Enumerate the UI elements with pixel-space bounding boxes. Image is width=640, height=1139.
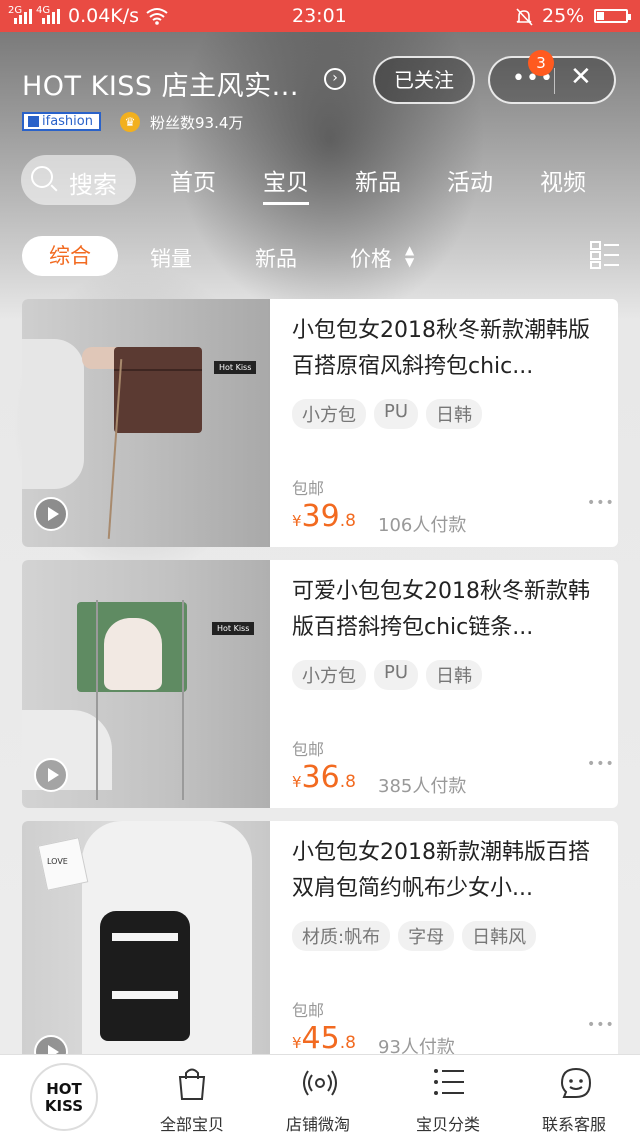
product-tags: 小方包 PU 日韩 xyxy=(292,399,483,429)
store-name[interactable]: HOT KISS 店主风实... xyxy=(22,64,299,103)
layout-toggle-icon[interactable] xyxy=(590,240,620,270)
battery-icon xyxy=(594,9,631,23)
broadcast-icon xyxy=(303,1070,337,1096)
product-tag: PU xyxy=(374,399,419,429)
tab-label: 联系客服 xyxy=(541,1115,606,1134)
close-icon[interactable]: ✕ xyxy=(570,62,592,92)
notification-badge: 3 xyxy=(528,50,554,76)
free-shipping-label: 包邮 xyxy=(292,479,325,498)
tab-customer-service[interactable]: 联系客服 xyxy=(514,1055,634,1139)
product-tag: PU xyxy=(374,660,419,690)
tab-products[interactable]: 宝贝 xyxy=(263,163,309,205)
tab-home[interactable]: 首页 xyxy=(170,163,216,197)
product-card[interactable]: Hot Kiss 可爱小包包女2018秋冬新款韩版百搭斜挎包chic链条... … xyxy=(22,560,618,808)
tab-label: 宝贝分类 xyxy=(415,1115,480,1134)
sort-new[interactable]: 新品 xyxy=(255,243,297,273)
sort-arrows-icon: ▲ ▼ xyxy=(405,243,415,269)
product-tag: 字母 xyxy=(398,921,455,951)
product-price: ¥45.8 xyxy=(292,1021,356,1056)
product-image-tag: Hot Kiss xyxy=(212,622,255,635)
product-card[interactable]: LOVE 小包包女2018新款潮韩版百搭双肩包简约帆布少女小... 材质:帆布 … xyxy=(22,821,618,1069)
clock: 23:01 xyxy=(292,5,347,27)
product-title[interactable]: 可爱小包包女2018秋冬新款韩版百搭斜挎包chic链条... xyxy=(292,574,602,646)
product-image[interactable]: Hot Kiss xyxy=(22,560,270,808)
product-tag: 日韩 xyxy=(426,660,483,690)
product-card[interactable]: Hot Kiss 小包包女2018秋冬新款潮韩版百搭原宿风斜挎包chic... … xyxy=(22,299,618,547)
product-image-tag: LOVE xyxy=(47,857,68,866)
more-options-icon[interactable]: ••• xyxy=(587,495,615,511)
signal-icon xyxy=(42,8,60,24)
chat-face-icon xyxy=(560,1067,592,1098)
crown-icon: ♛ xyxy=(120,112,140,132)
sort-price[interactable]: 价格 xyxy=(350,243,392,273)
product-title[interactable]: 小包包女2018秋冬新款潮韩版百搭原宿风斜挎包chic... xyxy=(292,313,602,385)
logo-text-top: HOT xyxy=(46,1080,82,1098)
ifashion-badge: ifashion xyxy=(22,112,101,131)
more-options-icon[interactable]: ••• xyxy=(587,1017,615,1033)
buyer-count: 106人付款 xyxy=(378,515,467,536)
product-tag: 日韩风 xyxy=(462,921,537,951)
product-price: ¥39.8 xyxy=(292,499,356,534)
tab-all-products[interactable]: 全部宝贝 xyxy=(132,1055,252,1139)
product-tag: 小方包 xyxy=(292,660,366,690)
product-tags: 材质:帆布 字母 日韩风 xyxy=(292,921,537,951)
search-button[interactable]: 搜索 xyxy=(21,155,136,205)
product-image-tag: Hot Kiss xyxy=(214,361,257,374)
signal-icon xyxy=(14,8,32,24)
capsule-divider xyxy=(554,68,555,94)
status-bar: 2G 4G 0.04K/s 23:01 25% xyxy=(0,0,640,32)
product-title[interactable]: 小包包女2018新款潮韩版百搭双肩包简约帆布少女小... xyxy=(292,835,602,907)
play-video-icon[interactable] xyxy=(34,758,68,792)
search-label: 搜索 xyxy=(69,171,117,199)
tab-label: 全部宝贝 xyxy=(159,1115,224,1134)
play-video-icon[interactable] xyxy=(34,497,68,531)
tab-categories[interactable]: 宝贝分类 xyxy=(388,1055,508,1139)
ifashion-label: ifashion xyxy=(42,114,93,129)
product-price: ¥36.8 xyxy=(292,760,356,795)
bottom-tab-bar: HOT KISS 全部宝贝 店铺微淘 宝贝分类 联系客服 xyxy=(0,1054,640,1139)
product-tag: 小方包 xyxy=(292,399,366,429)
free-shipping-label: 包邮 xyxy=(292,1001,325,1020)
product-tag: 材质:帆布 xyxy=(292,921,391,951)
product-tag: 日韩 xyxy=(426,399,483,429)
tab-label: 店铺微淘 xyxy=(285,1115,350,1134)
list-icon xyxy=(434,1069,464,1095)
battery-percent: 25% xyxy=(542,5,585,27)
product-image[interactable]: Hot Kiss xyxy=(22,299,270,547)
sort-sales[interactable]: 销量 xyxy=(150,243,192,273)
fans-count: 粉丝数93.4万 xyxy=(150,114,244,132)
logo-text-bottom: KISS xyxy=(44,1097,84,1115)
tab-videos[interactable]: 视频 xyxy=(540,163,586,197)
product-tags: 小方包 PU 日韩 xyxy=(292,660,483,690)
bell-mute-icon xyxy=(516,8,533,26)
free-shipping-label: 包邮 xyxy=(292,740,325,759)
buyer-count: 385人付款 xyxy=(378,776,467,797)
chevron-right-icon[interactable]: › xyxy=(324,68,346,90)
sort-comprehensive[interactable]: 综合 xyxy=(22,236,118,276)
tab-new[interactable]: 新品 xyxy=(355,163,401,197)
more-options-icon[interactable]: ••• xyxy=(587,756,615,772)
ifashion-logo-icon xyxy=(28,116,39,127)
product-image[interactable]: LOVE xyxy=(22,821,270,1069)
bag-icon xyxy=(178,1068,206,1100)
tab-activities[interactable]: 活动 xyxy=(447,163,493,197)
search-icon xyxy=(31,166,53,188)
follow-button[interactable]: 已关注 xyxy=(373,56,475,104)
net-speed: 0.04K/s xyxy=(68,5,140,27)
battery-fill xyxy=(597,12,604,20)
wifi-icon xyxy=(146,8,168,25)
store-logo[interactable]: HOT KISS xyxy=(30,1063,98,1131)
tab-store-feed[interactable]: 店铺微淘 xyxy=(258,1055,378,1139)
